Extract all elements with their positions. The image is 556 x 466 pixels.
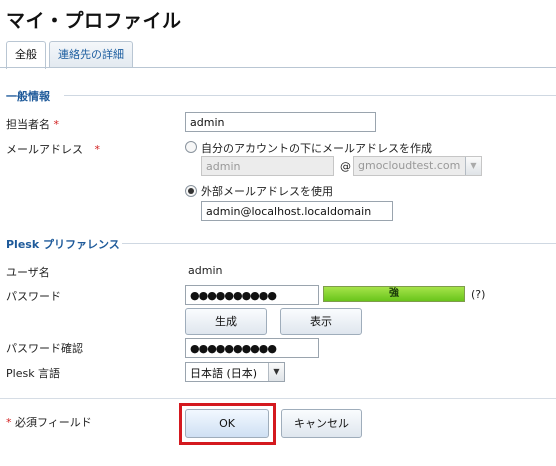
email-external-radio[interactable] xyxy=(185,185,197,197)
tab-general[interactable]: 全般 xyxy=(6,41,46,69)
required-note: * 必須フィールド xyxy=(6,416,92,429)
language-label: Plesk 言語 xyxy=(6,367,61,380)
generate-password-button[interactable]: 生成 xyxy=(185,308,267,335)
username-value: admin xyxy=(188,264,223,277)
password-confirm-label: パスワード確認 xyxy=(6,342,83,355)
required-mark: * xyxy=(6,416,12,429)
external-email-input[interactable] xyxy=(201,201,393,221)
footer-divider xyxy=(0,398,556,399)
tab-divider xyxy=(0,67,556,68)
password-strength-label: 強 xyxy=(389,288,399,299)
chevron-down-icon: ▼ xyxy=(268,363,284,381)
email-create-label[interactable]: 自分のアカウントの下にメールアドレスを作成 xyxy=(201,140,432,156)
password-input[interactable] xyxy=(185,285,319,305)
required-mark: * xyxy=(94,143,101,156)
contact-name-label: 担当者名 * xyxy=(6,118,60,131)
password-confirm-input[interactable] xyxy=(185,338,319,358)
language-select[interactable]: 日本語 (日本) ▼ xyxy=(185,362,285,382)
email-label: メールアドレス * xyxy=(6,143,101,156)
required-mark: * xyxy=(53,118,60,131)
email-domain-select[interactable]: gmocloudtest.com ▼ xyxy=(353,156,482,176)
email-local-part-input[interactable] xyxy=(201,156,334,176)
section-general-heading: 一般情報 xyxy=(6,90,50,103)
show-password-button[interactable]: 表示 xyxy=(280,308,362,335)
contact-name-input[interactable] xyxy=(185,112,376,132)
email-domain-value: gmocloudtest.com xyxy=(358,159,461,172)
tab-contact-details[interactable]: 連絡先の詳細 xyxy=(49,41,133,68)
email-external-label[interactable]: 外部メールアドレスを使用 xyxy=(201,183,333,199)
page-title: マイ・プロファイル xyxy=(6,10,182,32)
chevron-down-icon: ▼ xyxy=(465,157,481,175)
language-value: 日本語 (日本) xyxy=(190,367,258,380)
at-sign: @ xyxy=(340,160,351,173)
cancel-button[interactable]: キャンセル xyxy=(281,409,362,438)
section-plesk-divider xyxy=(122,243,556,244)
username-label: ユーザ名 xyxy=(6,266,50,279)
section-plesk-heading: Plesk プリファレンス xyxy=(6,238,120,251)
section-general-divider xyxy=(64,95,556,96)
ok-button[interactable]: OK xyxy=(185,409,269,438)
password-help-icon[interactable]: (?) xyxy=(471,288,485,301)
password-strength-meter: 強 xyxy=(323,286,465,302)
password-label: パスワード xyxy=(6,290,61,303)
tab-bar: 全般 連絡先の詳細 xyxy=(6,41,136,69)
email-create-radio[interactable] xyxy=(185,141,197,153)
